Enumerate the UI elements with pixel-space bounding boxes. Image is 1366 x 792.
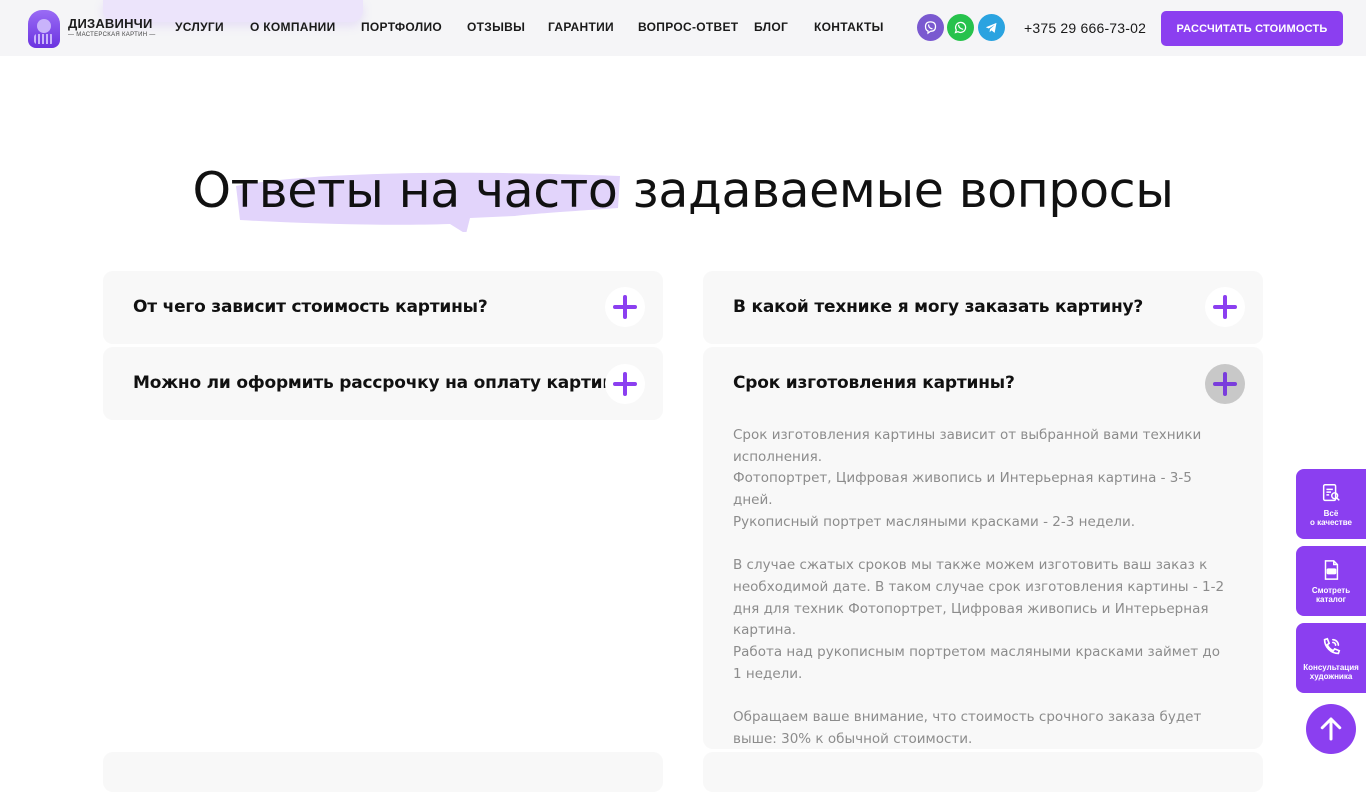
faq-item-partial[interactable] — [103, 752, 663, 792]
faq-item-partial[interactable] — [703, 752, 1263, 792]
faq-question[interactable]: Срок изготовления картины? — [733, 373, 1015, 393]
logo-mark-icon — [28, 10, 60, 48]
plus-icon[interactable] — [1205, 287, 1245, 327]
nav-item-about[interactable]: О КОМПАНИИ — [250, 20, 336, 34]
faq-question[interactable]: От чего зависит стоимость картины? — [133, 297, 488, 317]
faq-item[interactable]: От чего зависит стоимость картины? — [103, 271, 663, 344]
faq-question[interactable]: Можно ли оформить рассрочку на оплату ка… — [133, 373, 639, 393]
side-button-label: Консультация художника — [1303, 663, 1359, 681]
faq-item-expanded[interactable]: Срок изготовления картины? Срок изготовл… — [703, 347, 1263, 749]
quality-info-button[interactable]: Всё о качестве — [1296, 469, 1366, 539]
answer-paragraph: Фотопортрет, Цифровая живопись и Интерье… — [733, 470, 1192, 509]
phone-number[interactable]: +375 29 666-73-02 — [1024, 20, 1146, 36]
telegram-icon[interactable] — [978, 14, 1005, 41]
plus-icon[interactable] — [605, 287, 645, 327]
nav-item-portfolio[interactable]: ПОРТФОЛИО — [361, 20, 442, 34]
answer-paragraph: Рукописный портрет масляными красками - … — [733, 513, 1136, 530]
quality-doc-icon — [1322, 484, 1340, 502]
phone-call-icon — [1323, 637, 1341, 655]
answer-spacer — [733, 685, 1228, 707]
faq-question[interactable]: В какой технике я могу заказать картину? — [733, 297, 1143, 317]
view-catalog-button[interactable]: Смотреть каталог — [1296, 546, 1366, 616]
answer-paragraph: Обращаем ваше внимание, что стоимость ср… — [733, 709, 1202, 747]
nav-item-faq[interactable]: ВОПРОС-ОТВЕТ — [638, 20, 738, 34]
viber-icon[interactable] — [917, 14, 944, 41]
nav-item-blog[interactable]: БЛОГ — [754, 20, 788, 34]
site-header: ДИЗАВИНЧИ — МАСТЕРСКАЯ КАРТИН — УСЛУГИ О… — [0, 0, 1366, 56]
nav-item-services[interactable]: УСЛУГИ — [175, 20, 224, 34]
brand-logo[interactable]: ДИЗАВИНЧИ — МАСТЕРСКАЯ КАРТИН — — [28, 10, 156, 48]
faq-answer: Срок изготовления картины зависит от выб… — [733, 425, 1228, 751]
calculate-cost-button[interactable]: РАССЧИТАТЬ СТОИМОСТЬ — [1161, 11, 1343, 46]
answer-paragraph: Срок изготовления картины зависит от выб… — [733, 427, 1202, 465]
faq-item[interactable]: Можно ли оформить рассрочку на оплату ка… — [103, 347, 663, 420]
page-title: Ответы на часто задаваемые вопросы — [192, 162, 1174, 219]
brand-name: ДИЗАВИНЧИ — [68, 16, 153, 31]
artist-consultation-button[interactable]: Консультация художника — [1296, 623, 1366, 693]
side-button-label: Всё о качестве — [1310, 509, 1352, 527]
answer-paragraph: Работа над рукописным портретом масляным… — [733, 644, 1221, 682]
whatsapp-icon[interactable] — [947, 14, 974, 41]
answer-paragraph: В случае сжатых сроков мы также можем из… — [733, 557, 1225, 639]
collapse-icon[interactable] — [1205, 364, 1245, 404]
plus-icon[interactable] — [605, 364, 645, 404]
scroll-to-top-button[interactable] — [1306, 704, 1356, 754]
nav-item-reviews[interactable]: ОТЗЫВЫ — [467, 20, 525, 34]
arrow-up-icon — [1320, 717, 1342, 741]
pdf-catalog-icon — [1324, 560, 1339, 580]
nav-item-guarantees[interactable]: ГАРАНТИИ — [548, 20, 614, 34]
side-button-label: Смотреть каталог — [1311, 586, 1351, 604]
faq-item[interactable]: В какой технике я могу заказать картину? — [703, 271, 1263, 344]
nav-item-contacts[interactable]: КОНТАКТЫ — [814, 20, 884, 34]
brand-tagline: — МАСТЕРСКАЯ КАРТИН — — [68, 32, 156, 38]
answer-spacer — [733, 534, 1228, 556]
